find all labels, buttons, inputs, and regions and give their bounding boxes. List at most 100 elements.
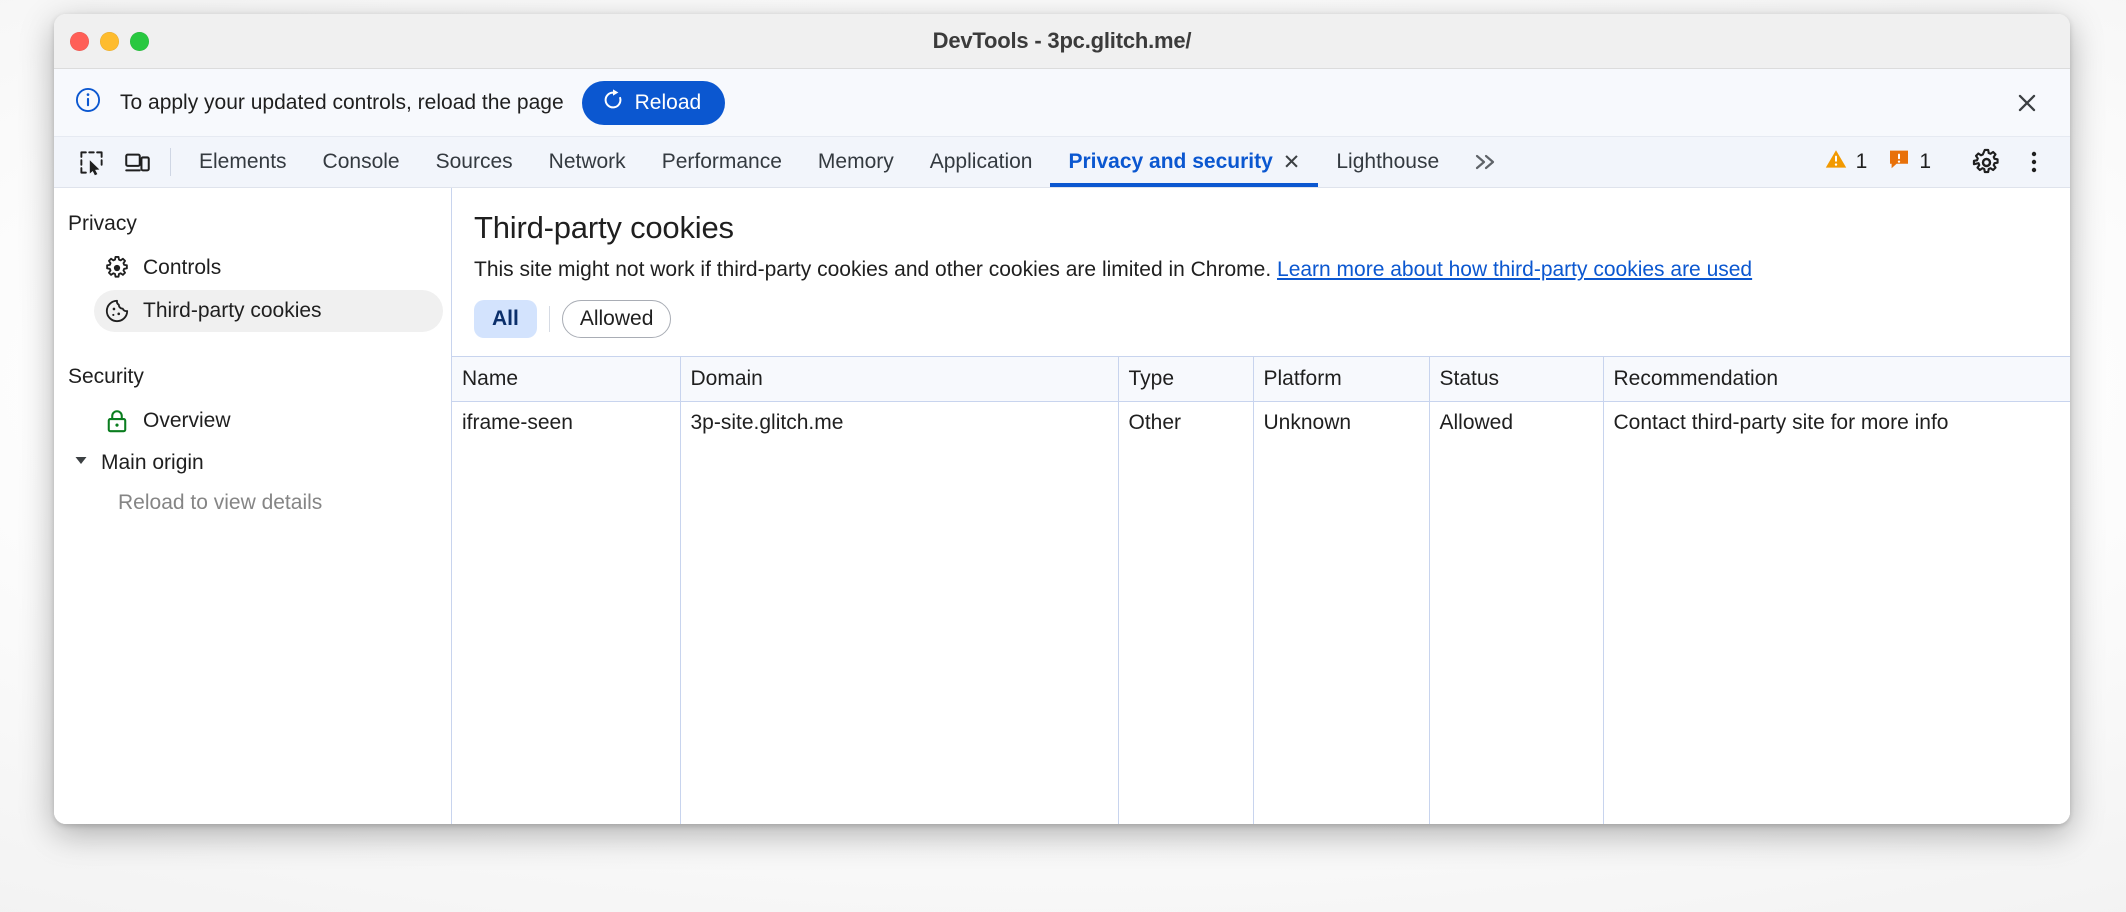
tab-lighthouse[interactable]: Lighthouse: [1318, 137, 1457, 187]
minimize-window-button[interactable]: [100, 32, 119, 51]
tab-label: Elements: [199, 150, 287, 174]
warning-triangle-icon: [1824, 147, 1848, 177]
tab-application[interactable]: Application: [912, 137, 1051, 187]
tab-overflow-icon[interactable]: [1457, 137, 1515, 187]
cookie-table: Name Domain Type Platform Status Recomme…: [452, 357, 2070, 824]
sidebar-tree-main-origin[interactable]: Main origin: [54, 443, 451, 483]
sidebar-tree-child-label: Reload to view details: [54, 483, 451, 523]
window-title: DevTools - 3pc.glitch.me/: [54, 28, 2070, 54]
sidebar-tree-label: Main origin: [101, 451, 204, 475]
chevron-down-icon[interactable]: [72, 451, 90, 475]
column-header-status[interactable]: Status: [1429, 357, 1603, 401]
lock-icon: [104, 408, 130, 434]
devtools-window: DevTools - 3pc.glitch.me/ To apply your …: [54, 14, 2070, 824]
kebab-menu-icon[interactable]: [2010, 137, 2058, 188]
gear-icon: [104, 255, 130, 281]
tab-label: Network: [549, 150, 626, 174]
tab-close-icon[interactable]: ✕: [1283, 150, 1301, 175]
tab-network[interactable]: Network: [531, 137, 644, 187]
tab-console[interactable]: Console: [305, 137, 418, 187]
tab-privacy-and-security[interactable]: Privacy and security ✕: [1050, 137, 1318, 187]
sidebar-gap: [54, 333, 451, 355]
banner-message: To apply your updated controls, reload t…: [120, 91, 564, 115]
issues-counter[interactable]: 1: [1877, 147, 1941, 177]
table-filler-row: [452, 444, 2070, 825]
column-header-type[interactable]: Type: [1118, 357, 1253, 401]
devtools-tabbar: Elements Console Sources Network Perform…: [54, 137, 2070, 188]
column-header-platform[interactable]: Platform: [1253, 357, 1429, 401]
tab-label: Performance: [662, 150, 782, 174]
maximize-window-button[interactable]: [130, 32, 149, 51]
sidebar-item-controls[interactable]: Controls: [94, 247, 443, 289]
sidebar-item-label: Overview: [143, 409, 231, 433]
page-title: Third-party cookies: [474, 210, 2046, 246]
inspect-element-icon[interactable]: [68, 137, 114, 187]
cell-name: iframe-seen: [452, 401, 680, 444]
refresh-icon: [601, 88, 625, 118]
sidebar-section-privacy-title: Privacy: [54, 202, 451, 246]
info-circle-icon: [74, 86, 102, 119]
close-window-button[interactable]: [70, 32, 89, 51]
panel-header: Third-party cookies This site might not …: [452, 188, 2070, 357]
filler-cell: [1118, 444, 1253, 825]
tab-elements[interactable]: Elements: [181, 137, 305, 187]
desktop-backdrop: DevTools - 3pc.glitch.me/ To apply your …: [0, 0, 2126, 912]
column-header-recommendation[interactable]: Recommendation: [1603, 357, 2070, 401]
table-row[interactable]: iframe-seen 3p-site.glitch.me Other Unkn…: [452, 401, 2070, 444]
description-text: This site might not work if third-party …: [474, 258, 1271, 281]
sidebar-item-label: Third-party cookies: [143, 299, 322, 323]
filter-chip-row: All Allowed: [474, 300, 2046, 356]
sidebar-item-third-party-cookies[interactable]: Third-party cookies: [94, 290, 443, 332]
tabbar-spacer: [1515, 137, 1813, 187]
privacy-sidebar: Privacy Controls: [54, 188, 452, 824]
sidebar-item-overview[interactable]: Overview: [94, 400, 443, 442]
cookie-table-head: Name Domain Type Platform Status Recomme…: [452, 357, 2070, 401]
traffic-lights: [70, 14, 149, 69]
issue-count: 1: [1919, 150, 1931, 174]
filter-chip-allowed[interactable]: Allowed: [562, 300, 672, 338]
cell-status: Allowed: [1429, 401, 1603, 444]
warning-counter[interactable]: 1: [1814, 147, 1878, 177]
sidebar-section-security-title: Security: [54, 355, 451, 399]
tab-label: Lighthouse: [1336, 150, 1439, 174]
tab-memory[interactable]: Memory: [800, 137, 912, 187]
filler-cell: [1603, 444, 2070, 825]
window-titlebar: DevTools - 3pc.glitch.me/: [54, 14, 2070, 69]
reload-banner: To apply your updated controls, reload t…: [54, 69, 2070, 137]
column-header-name[interactable]: Name: [452, 357, 680, 401]
reload-button-label: Reload: [635, 91, 702, 115]
toolbar-divider: [170, 148, 171, 176]
filler-cell: [1253, 444, 1429, 825]
gear-icon[interactable]: [1962, 137, 2010, 188]
tab-label: Memory: [818, 150, 894, 174]
device-toolbar-icon[interactable]: [114, 137, 160, 187]
third-party-cookies-panel: Third-party cookies This site might not …: [452, 188, 2070, 824]
filter-chip-divider: [549, 306, 550, 332]
sidebar-item-label: Controls: [143, 256, 221, 280]
tab-label: Console: [323, 150, 400, 174]
filler-cell: [680, 444, 1118, 825]
tab-label: Privacy and security: [1068, 150, 1272, 174]
column-header-domain[interactable]: Domain: [680, 357, 1118, 401]
cell-recommendation: Contact third-party site for more info: [1603, 401, 2070, 444]
cookie-icon: [104, 298, 130, 324]
warning-count: 1: [1856, 150, 1868, 174]
filter-chip-all[interactable]: All: [474, 300, 537, 338]
cell-platform: Unknown: [1253, 401, 1429, 444]
cookie-table-wrap: Name Domain Type Platform Status Recomme…: [452, 357, 2070, 824]
cookie-table-body: iframe-seen 3p-site.glitch.me Other Unkn…: [452, 401, 2070, 824]
reload-button[interactable]: Reload: [582, 81, 726, 125]
panel-description: This site might not work if third-party …: [474, 258, 2046, 282]
tab-label: Application: [930, 150, 1033, 174]
tab-sources[interactable]: Sources: [418, 137, 531, 187]
tab-performance[interactable]: Performance: [644, 137, 800, 187]
tab-label: Sources: [436, 150, 513, 174]
filler-cell: [452, 444, 680, 825]
banner-close-icon[interactable]: [2010, 86, 2044, 120]
cell-type: Other: [1118, 401, 1253, 444]
learn-more-link[interactable]: Learn more about how third-party cookies…: [1277, 258, 1752, 281]
filler-cell: [1429, 444, 1603, 825]
panel-body: Privacy Controls: [54, 188, 2070, 824]
issue-icon: [1887, 147, 1911, 177]
tabbar-status-area: 1 1: [1814, 137, 2070, 187]
